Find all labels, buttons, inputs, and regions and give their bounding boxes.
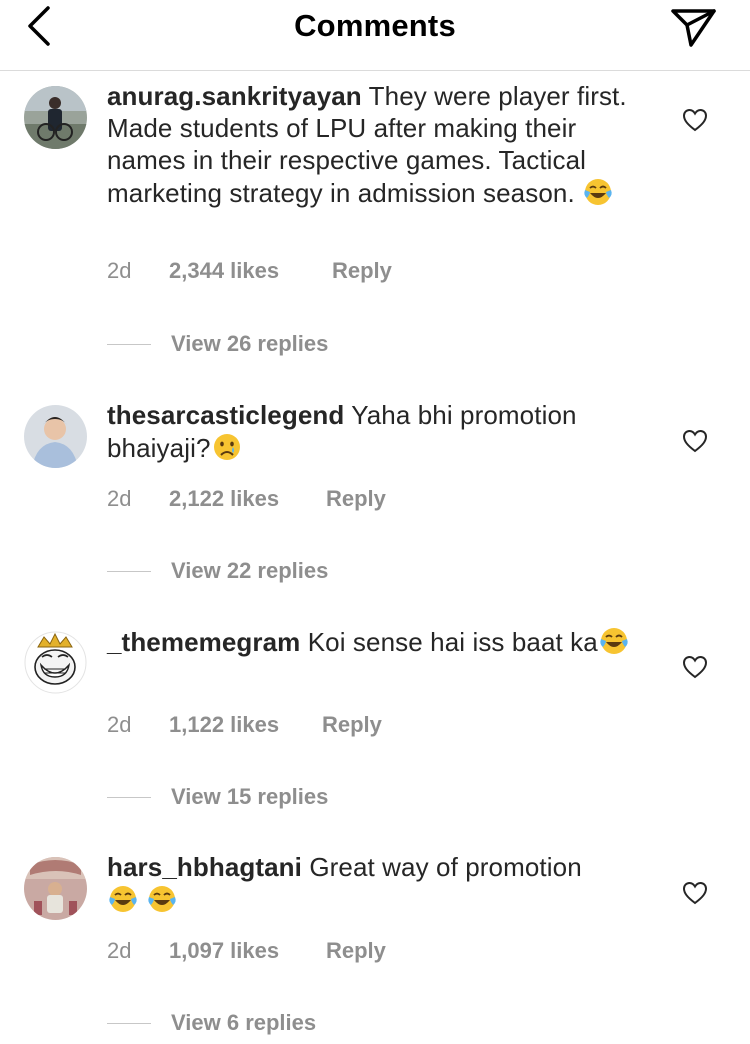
view-replies-label: View 6 replies xyxy=(171,1010,317,1035)
heart-icon xyxy=(682,655,708,679)
like-button[interactable] xyxy=(682,108,708,132)
avatar[interactable] xyxy=(24,405,87,468)
comment-time: 2d xyxy=(107,938,132,963)
comment-text: _thememegram Koi sense hai iss baat ka xyxy=(107,625,647,658)
comment-username[interactable]: thesarcasticlegend xyxy=(107,400,344,430)
share-button[interactable] xyxy=(670,5,718,49)
comment-likes[interactable]: 1,097 likes xyxy=(169,938,279,964)
divider-line xyxy=(107,797,151,798)
like-button[interactable] xyxy=(682,429,708,453)
comment-likes[interactable]: 1,122 likes xyxy=(169,712,279,738)
comment-username[interactable]: anurag.sankrityayan xyxy=(107,81,362,111)
heart-icon xyxy=(682,881,708,905)
comment-likes[interactable]: 2,344 likes xyxy=(169,258,279,284)
crying-face-icon xyxy=(213,434,240,460)
comment-username[interactable]: hars_hbhagtani xyxy=(107,852,302,882)
face-with-tears-of-joy-icon xyxy=(109,886,137,912)
face-with-tears-of-joy-icon xyxy=(148,886,176,912)
face-with-tears-of-joy-icon xyxy=(584,179,612,205)
avatar[interactable] xyxy=(24,857,87,920)
comment-body: Great way of promotion xyxy=(302,852,582,882)
divider-line xyxy=(107,344,151,345)
comment-time: 2d xyxy=(107,258,132,283)
page-title: Comments xyxy=(294,8,456,43)
comment-text: hars_hbhagtani Great way of promotion xyxy=(107,851,647,916)
comment-time: 2d xyxy=(107,486,132,511)
view-replies-label: View 26 replies xyxy=(171,331,329,356)
reply-button[interactable]: Reply xyxy=(322,712,382,738)
reply-button[interactable]: Reply xyxy=(326,486,386,512)
comment-body: Koi sense hai iss baat ka xyxy=(300,627,598,657)
face-with-tears-of-joy-icon xyxy=(600,628,628,654)
avatar[interactable] xyxy=(24,86,87,149)
like-button[interactable] xyxy=(682,881,708,905)
reply-button[interactable]: Reply xyxy=(332,258,392,284)
divider-line xyxy=(107,1023,151,1024)
comment-time: 2d xyxy=(107,712,132,737)
heart-icon xyxy=(682,429,708,453)
paper-plane-icon xyxy=(671,9,716,47)
reply-button[interactable]: Reply xyxy=(326,938,386,964)
comment-text: anurag.sankrityayan They were player fir… xyxy=(107,80,647,209)
like-button[interactable] xyxy=(682,655,708,679)
comment-username[interactable]: _thememegram xyxy=(107,627,300,657)
divider-line xyxy=(107,571,151,572)
avatar[interactable] xyxy=(24,631,87,694)
heart-icon xyxy=(682,108,708,132)
comment-likes[interactable]: 2,122 likes xyxy=(169,486,279,512)
view-replies-label: View 22 replies xyxy=(171,558,329,583)
view-replies-label: View 15 replies xyxy=(171,784,329,809)
comment-text: thesarcasticlegend Yaha bhi promotion bh… xyxy=(107,399,647,464)
header-bar: Comments xyxy=(0,0,750,71)
